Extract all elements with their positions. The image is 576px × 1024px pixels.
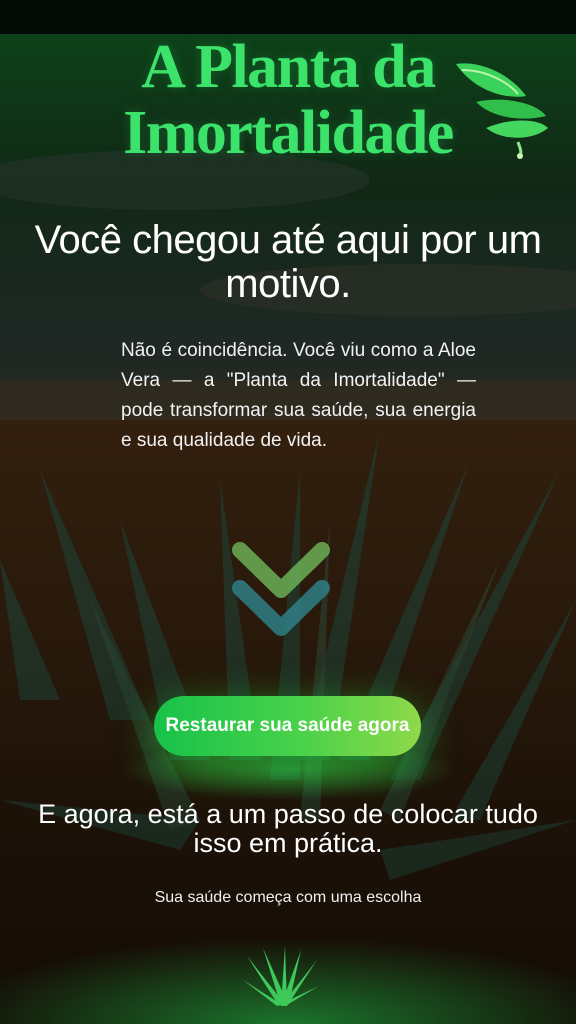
double-chevron-down-icon bbox=[232, 542, 330, 636]
intro-paragraph: Não é coincidência. Você viu como a Aloe… bbox=[121, 340, 476, 451]
restore-health-button[interactable]: Restaurar sua saúde agora bbox=[154, 696, 421, 756]
aloe-plant-icon bbox=[243, 946, 319, 1006]
headline: Você chegou até aqui por um motivo. bbox=[34, 218, 542, 306]
subheadline: E agora, está a um passo de colocar tudo… bbox=[38, 799, 538, 858]
tagline: Sua saúde começa com uma escolha bbox=[154, 889, 422, 906]
aloe-leaf-icon bbox=[456, 63, 548, 159]
top-bar bbox=[0, 0, 576, 34]
